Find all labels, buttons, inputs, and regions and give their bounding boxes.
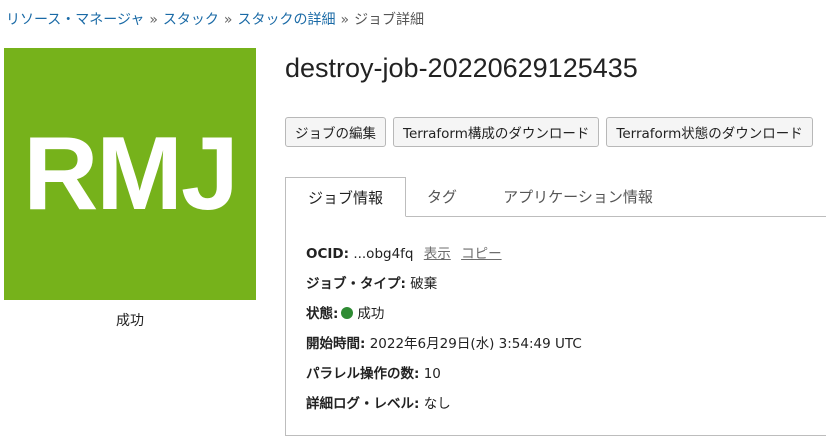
breadcrumb-separator: » xyxy=(149,12,158,28)
status-dot-icon xyxy=(341,307,354,319)
job-logo: RMJ xyxy=(4,48,256,300)
state-row: 状態: 成功 xyxy=(306,302,384,322)
start-time-row: 開始時間: 2022年6月29日(水) 3:54:49 UTC xyxy=(306,332,582,352)
show-ocid-link[interactable]: 表示 xyxy=(424,246,451,262)
parallel-ops-label: パラレル操作の数: xyxy=(306,366,420,382)
tab-job-info[interactable]: ジョブ情報 xyxy=(285,177,406,217)
parallel-ops-row: パラレル操作の数: 10 xyxy=(306,362,441,382)
download-terraform-config-button[interactable]: Terraform構成のダウンロード xyxy=(393,117,600,147)
job-info-panel: OCID: ...obg4fq 表示 コピー ジョブ・タイプ: 破棄 状態: 成功… xyxy=(285,216,826,436)
ocid-value: ...obg4fq xyxy=(353,246,414,262)
log-level-value: なし xyxy=(423,396,451,412)
job-status-caption: 成功 xyxy=(116,313,144,329)
breadcrumb: リソース・マネージャ» スタック» スタックの詳細» ジョブ詳細 xyxy=(6,9,424,29)
state-value: 成功 xyxy=(357,306,385,322)
download-terraform-state-button[interactable]: Terraform状態のダウンロード xyxy=(606,117,813,147)
tab-application-info[interactable]: アプリケーション情報 xyxy=(482,177,674,216)
page-title: destroy-job-20220629125435 xyxy=(285,53,638,83)
log-level-row: 詳細ログ・レベル: なし xyxy=(306,392,451,412)
copy-ocid-link[interactable]: コピー xyxy=(461,246,502,262)
breadcrumb-current: ジョブ詳細 xyxy=(354,12,425,28)
job-type-row: ジョブ・タイプ: 破棄 xyxy=(306,272,437,292)
breadcrumb-link-stack-details[interactable]: スタックの詳細 xyxy=(237,12,335,28)
tab-bar: ジョブ情報 タグ アプリケーション情報 xyxy=(285,177,826,217)
ocid-label: OCID: xyxy=(306,246,350,262)
job-type-label: ジョブ・タイプ: xyxy=(306,276,406,292)
tab-tags[interactable]: タグ xyxy=(410,177,474,216)
action-bar: ジョブの編集 Terraform構成のダウンロード Terraform状態のダウ… xyxy=(285,117,820,147)
job-type-value: 破棄 xyxy=(410,276,438,292)
breadcrumb-separator: » xyxy=(340,12,350,28)
start-time-value: 2022年6月29日(水) 3:54:49 UTC xyxy=(369,336,582,352)
ocid-row: OCID: ...obg4fq 表示 コピー xyxy=(306,242,502,262)
log-level-label: 詳細ログ・レベル: xyxy=(306,396,420,412)
state-label: 状態: xyxy=(306,306,339,322)
breadcrumb-separator: » xyxy=(223,12,233,28)
parallel-ops-value: 10 xyxy=(423,366,441,382)
edit-job-button[interactable]: ジョブの編集 xyxy=(285,117,386,147)
logo-text: RMJ xyxy=(23,116,239,232)
start-time-label: 開始時間: xyxy=(306,336,366,352)
breadcrumb-link-resource-manager[interactable]: リソース・マネージャ xyxy=(6,12,144,28)
breadcrumb-link-stacks[interactable]: スタック xyxy=(163,12,219,28)
